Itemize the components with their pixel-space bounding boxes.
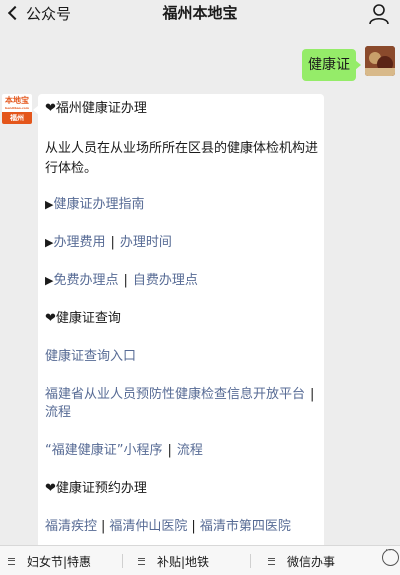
- menu-item-subsidy[interactable]: 补贴|地铁: [138, 546, 209, 575]
- menu-item-womens-day[interactable]: 妇女节|特惠: [8, 546, 91, 575]
- menu-item-label: 妇女节|特惠: [27, 554, 92, 569]
- appointment-link-cdc[interactable]: 福清疾控: [45, 519, 97, 534]
- platform-flow-row: 流程: [45, 403, 71, 423]
- keyboard-toggle-icon[interactable]: [382, 545, 399, 566]
- person-icon[interactable]: [368, 3, 390, 25]
- user-message-bubble: 健康证: [302, 49, 361, 81]
- body-text-line-2: 行体检。: [45, 161, 98, 176]
- top-nav-bar: 公众号 福州本地宝: [0, 0, 400, 40]
- appointment-row: 福清疾控 | 福清仲山医院 | 福清市第四医院: [45, 517, 291, 537]
- menu-list-icon: [8, 557, 15, 565]
- paid-location-link[interactable]: 自费办理点: [133, 273, 198, 288]
- menu-list-icon: [138, 557, 145, 565]
- appointment-link-fourth-hospital[interactable]: 福清市第四医院: [200, 519, 291, 534]
- menu-item-wechat-services[interactable]: 微信办事: [268, 546, 335, 575]
- platform-row: 福建省从业人员预防性健康检查信息开放平台 |: [45, 385, 319, 405]
- separator: |: [110, 235, 115, 250]
- query-row: 健康证查询入口: [45, 347, 136, 367]
- menu-item-label: 微信办事: [287, 554, 336, 569]
- fee-time-row: ▶办理费用 | 办理时间: [45, 233, 172, 253]
- fee-link[interactable]: 办理费用: [53, 235, 105, 250]
- section-heading-query: ❤健康证查询: [45, 311, 121, 326]
- guide-link[interactable]: 健康证办理指南: [53, 197, 144, 212]
- separator: |: [123, 273, 128, 288]
- bot-avatar[interactable]: 本地宝 bendibao.com 福州: [2, 94, 32, 124]
- separator: |: [167, 443, 172, 458]
- bot-avatar-logo: 本地宝 bendibao.com: [5, 96, 29, 110]
- mini-program-link[interactable]: “福建健康证”小程序: [45, 443, 162, 458]
- separator: |: [191, 519, 196, 534]
- bottom-menu-bar: 妇女节|特惠 补贴|地铁 微信办事: [0, 545, 400, 575]
- platform-link[interactable]: 福建省从业人员预防性健康检查信息开放平台: [45, 387, 305, 402]
- user-avatar-image: [365, 46, 395, 76]
- appointment-link-zhongshan[interactable]: 福清仲山医院: [109, 519, 187, 534]
- guide-row: ▶健康证办理指南: [45, 195, 144, 215]
- platform-flow-link[interactable]: 流程: [45, 405, 71, 420]
- menu-list-icon: [268, 557, 275, 565]
- location-row: ▶免费办理点 | 自费办理点: [45, 271, 198, 291]
- mini-program-row: “福建健康证”小程序 | 流程: [45, 441, 203, 461]
- section-heading-apply: ❤福州健康证办理: [45, 101, 147, 116]
- menu-item-label: 补贴|地铁: [157, 554, 210, 569]
- page-title: 福州本地宝: [162, 4, 238, 22]
- query-entry-link[interactable]: 健康证查询入口: [45, 349, 136, 364]
- separator: |: [310, 387, 315, 402]
- body-text-line-1: 从业人员在从业场所所在区县的健康体检机构进: [45, 141, 319, 156]
- separator: |: [101, 519, 106, 534]
- menu-divider: [122, 554, 123, 568]
- bot-avatar-city: 福州: [2, 112, 32, 124]
- menu-divider: [250, 554, 251, 568]
- free-location-link[interactable]: 免费办理点: [53, 273, 118, 288]
- user-avatar[interactable]: [365, 46, 395, 76]
- section-heading-appointment: ❤健康证预约办理: [45, 481, 147, 496]
- mini-flow-link[interactable]: 流程: [177, 443, 203, 458]
- time-link[interactable]: 办理时间: [120, 235, 172, 250]
